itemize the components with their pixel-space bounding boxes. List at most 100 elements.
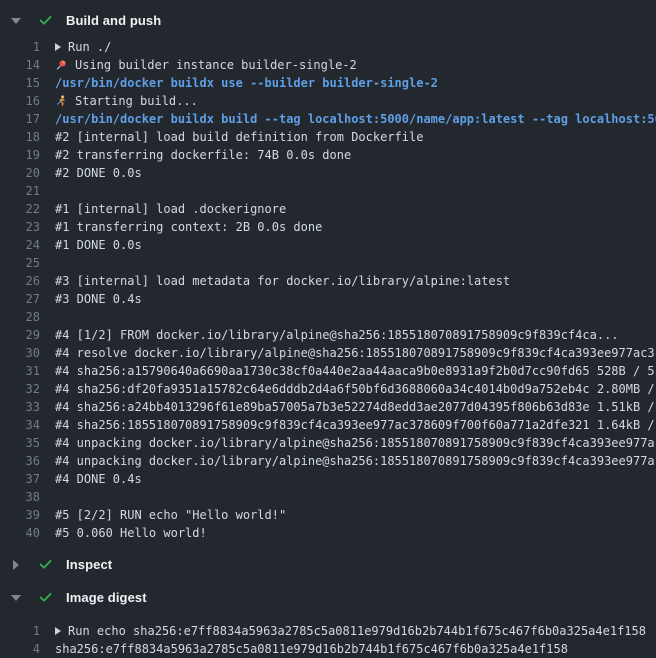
section-caret-icon[interactable] <box>11 595 21 601</box>
log-line: 36 #4 unpacking docker.io/library/alpine… <box>0 452 656 470</box>
line-number[interactable]: 4 <box>0 642 40 656</box>
section-caret-icon[interactable] <box>13 560 19 570</box>
line-text: Run ./ <box>68 40 111 54</box>
section-caret-icon[interactable] <box>11 18 21 24</box>
line-number[interactable]: 30 <box>0 346 40 360</box>
success-check-icon <box>37 13 53 29</box>
line-number[interactable]: 31 <box>0 364 40 378</box>
line-number[interactable]: 39 <box>0 508 40 522</box>
line-number[interactable]: 32 <box>0 382 40 396</box>
line-text: Starting build... <box>75 94 198 108</box>
log-line: 15 /usr/bin/docker buildx use --builder … <box>0 74 656 92</box>
line-number[interactable]: 17 <box>0 112 40 126</box>
log-section-build-and-push: Build and push 1 Run ./ 14 Using builder… <box>0 10 656 542</box>
log-line: 38 <box>0 488 656 506</box>
line-number[interactable]: 25 <box>0 256 40 270</box>
line-number[interactable]: 29 <box>0 328 40 342</box>
line-number[interactable]: 21 <box>0 184 40 198</box>
line-text: #2 DONE 0.0s <box>55 166 142 180</box>
line-number[interactable]: 36 <box>0 454 40 468</box>
line-text: /usr/bin/docker buildx use --builder bui… <box>55 76 438 90</box>
log-section-image-digest: Image digest 1 Run echo sha256:e7ff8834a… <box>0 587 656 658</box>
line-number[interactable]: 28 <box>0 310 40 324</box>
log-line: 4 sha256:e7ff8834a5963a2785c5a0811e979d1… <box>0 640 656 658</box>
workflow-log-viewer: Build and push 1 Run ./ 14 Using builder… <box>0 0 656 658</box>
log-line: 20 #2 DONE 0.0s <box>0 164 656 182</box>
line-text: #4 [1/2] FROM docker.io/library/alpine@s… <box>55 328 619 342</box>
line-number[interactable]: 20 <box>0 166 40 180</box>
log-line: 19 #2 transferring dockerfile: 74B 0.0s … <box>0 146 656 164</box>
log-line: 14 Using builder instance builder-single… <box>0 56 656 74</box>
runner-icon <box>55 95 67 107</box>
log-line: 37 #4 DONE 0.4s <box>0 470 656 488</box>
log-lines: 1 Run ./ 14 Using builder instance build… <box>0 38 656 542</box>
line-text: #4 resolve docker.io/library/alpine@sha2… <box>55 346 655 360</box>
log-line: 18 #2 [internal] load build definition f… <box>0 128 656 146</box>
line-text: #1 [internal] load .dockerignore <box>55 202 286 216</box>
line-number[interactable]: 22 <box>0 202 40 216</box>
log-line: 27 #3 DONE 0.4s <box>0 290 656 308</box>
line-text: #1 DONE 0.0s <box>55 238 142 252</box>
line-text: #4 sha256:a15790640a6690aa1730c38cf0a440… <box>55 364 655 378</box>
line-text: #4 unpacking docker.io/library/alpine@sh… <box>55 436 655 450</box>
log-line: 24 #1 DONE 0.0s <box>0 236 656 254</box>
log-line: 29 #4 [1/2] FROM docker.io/library/alpin… <box>0 326 656 344</box>
line-text: #4 sha256:df20fa9351a15782c64e6dddb2d4a6… <box>55 382 655 396</box>
log-line: 25 <box>0 254 656 272</box>
log-line: 17 /usr/bin/docker buildx build --tag lo… <box>0 110 656 128</box>
log-line: 16 Starting build... <box>0 92 656 110</box>
line-text: #4 sha256:a24bb4013296f61e89ba57005a7b3e… <box>55 400 655 414</box>
log-section-inspect: Inspect <box>0 554 656 575</box>
log-line: 22 #1 [internal] load .dockerignore <box>0 200 656 218</box>
line-number[interactable]: 40 <box>0 526 40 540</box>
log-line: 34 #4 sha256:185518070891758909c9f839cf4… <box>0 416 656 434</box>
section-title: Inspect <box>66 557 112 572</box>
line-text: #1 transferring context: 2B 0.0s done <box>55 220 322 234</box>
line-number[interactable]: 23 <box>0 220 40 234</box>
group-expand-icon[interactable] <box>55 627 61 635</box>
line-number[interactable]: 1 <box>0 624 40 638</box>
line-number[interactable]: 37 <box>0 472 40 486</box>
pushpin-icon <box>55 59 67 71</box>
line-text: #4 unpacking docker.io/library/alpine@sh… <box>55 454 655 468</box>
line-number[interactable]: 15 <box>0 76 40 90</box>
log-line: 26 #3 [internal] load metadata for docke… <box>0 272 656 290</box>
line-text: /usr/bin/docker buildx build --tag local… <box>55 112 656 126</box>
log-line: 28 <box>0 308 656 326</box>
line-number[interactable]: 26 <box>0 274 40 288</box>
line-text: Run echo sha256:e7ff8834a5963a2785c5a081… <box>68 624 646 638</box>
group-expand-icon[interactable] <box>55 43 61 51</box>
line-number[interactable]: 27 <box>0 292 40 306</box>
log-lines: 1 Run echo sha256:e7ff8834a5963a2785c5a0… <box>0 622 656 658</box>
line-number[interactable]: 33 <box>0 400 40 414</box>
success-check-icon <box>37 557 53 573</box>
log-line: 33 #4 sha256:a24bb4013296f61e89ba57005a7… <box>0 398 656 416</box>
line-number[interactable]: 34 <box>0 418 40 432</box>
log-line: 31 #4 sha256:a15790640a6690aa1730c38cf0a… <box>0 362 656 380</box>
line-number[interactable]: 19 <box>0 148 40 162</box>
log-line: 32 #4 sha256:df20fa9351a15782c64e6dddb2d… <box>0 380 656 398</box>
section-header[interactable]: Build and push <box>0 10 656 31</box>
log-line: 1 Run echo sha256:e7ff8834a5963a2785c5a0… <box>0 622 656 640</box>
line-number[interactable]: 24 <box>0 238 40 252</box>
line-number[interactable]: 35 <box>0 436 40 450</box>
line-number[interactable]: 16 <box>0 94 40 108</box>
line-number[interactable]: 38 <box>0 490 40 504</box>
line-text: #3 DONE 0.4s <box>55 292 142 306</box>
line-text: #5 [2/2] RUN echo "Hello world!" <box>55 508 286 522</box>
line-text: #2 [internal] load build definition from… <box>55 130 423 144</box>
log-line: 21 <box>0 182 656 200</box>
line-number[interactable]: 14 <box>0 58 40 72</box>
line-text: #4 DONE 0.4s <box>55 472 142 486</box>
line-text: #2 transferring dockerfile: 74B 0.0s don… <box>55 148 351 162</box>
log-line: 30 #4 resolve docker.io/library/alpine@s… <box>0 344 656 362</box>
log-line: 39 #5 [2/2] RUN echo "Hello world!" <box>0 506 656 524</box>
section-header[interactable]: Image digest <box>0 587 656 608</box>
log-line: 35 #4 unpacking docker.io/library/alpine… <box>0 434 656 452</box>
line-number[interactable]: 18 <box>0 130 40 144</box>
line-text: sha256:e7ff8834a5963a2785c5a0811e979d16b… <box>55 642 568 656</box>
log-line: 23 #1 transferring context: 2B 0.0s done <box>0 218 656 236</box>
line-number[interactable]: 1 <box>0 40 40 54</box>
section-header[interactable]: Inspect <box>0 554 656 575</box>
line-text: #3 [internal] load metadata for docker.i… <box>55 274 510 288</box>
